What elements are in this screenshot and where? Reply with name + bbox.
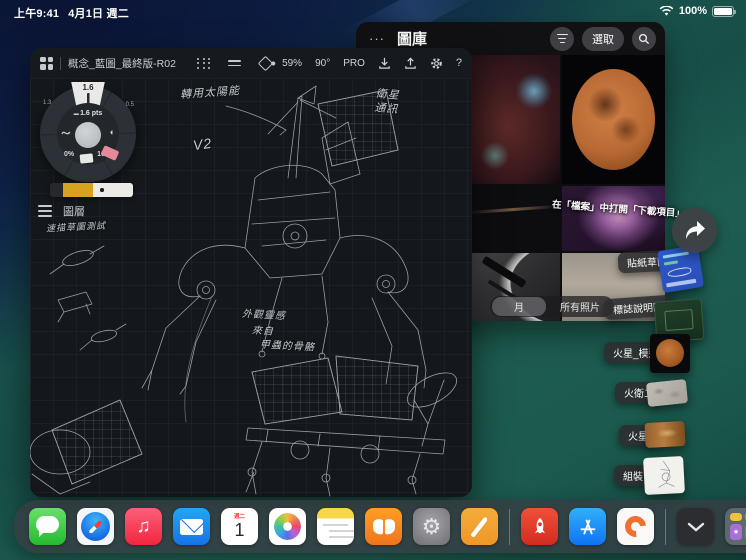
tool-wheel[interactable]: 1.6 1.3 0.5 6.5 1.6 pts ◐ 0% 100% <box>40 82 136 191</box>
tab-all-photos[interactable]: 所有照片 <box>548 297 612 316</box>
layers-label[interactable]: 圖層 <box>63 203 85 219</box>
zoom-level[interactable]: 59% <box>282 58 302 69</box>
search-button[interactable] <box>632 26 656 51</box>
pen-icon <box>470 516 488 538</box>
calendar-weekday: 週二 <box>233 514 245 520</box>
concepts-window: 概念_藍圖_最終版-R02 59% 90° PRO ? 轉用太陽能 衛星通訊 V… <box>30 48 472 497</box>
select-button[interactable]: 選取 <box>582 26 624 51</box>
swatch-dot <box>100 188 104 192</box>
mail-envelope-icon <box>180 518 203 535</box>
app-concepts[interactable] <box>617 508 654 545</box>
app-messages[interactable] <box>29 508 66 545</box>
rotation-value[interactable]: 90° <box>315 58 330 69</box>
wifi-icon <box>659 5 674 16</box>
drag-thumb-assembly[interactable] <box>643 455 685 496</box>
pro-badge[interactable]: PRO <box>343 58 365 69</box>
concepts-toolbar: 概念_藍圖_最終版-R02 59% 90° PRO ? <box>30 48 472 78</box>
swatch-gold[interactable] <box>63 183 93 197</box>
dock-divider-2 <box>665 508 666 545</box>
date: 4月1日 週二 <box>68 8 129 20</box>
photos-flower-icon <box>274 513 301 540</box>
status-bar: 上午9:41 4月1日 週二 100% <box>0 0 746 22</box>
app-app-store[interactable] <box>569 508 606 545</box>
annotation-satellite: 衛星通訊 <box>373 87 401 117</box>
app-library[interactable]: ★ <box>725 508 746 545</box>
help-button[interactable]: ? <box>456 57 462 69</box>
tool-size-left: 1.3 <box>43 100 52 106</box>
app-notes[interactable] <box>317 508 354 545</box>
layers-menu-icon[interactable] <box>38 205 52 217</box>
import-icon[interactable] <box>378 57 391 70</box>
drag-thumb-phobos[interactable] <box>645 378 689 408</box>
search-icon <box>638 33 650 44</box>
settings-gear-glyph: ⚙ <box>421 513 442 539</box>
photos-view-tabs: 月 所有照片 <box>490 296 614 317</box>
menu-lines-icon[interactable] <box>227 59 241 67</box>
app-calendar[interactable]: 週二 1 <box>221 508 258 545</box>
photo-orion-nebula[interactable] <box>562 186 665 251</box>
settings-gear-icon[interactable] <box>430 57 443 70</box>
dock-divider <box>509 508 510 545</box>
filter-button[interactable] <box>550 26 574 51</box>
app-sketch[interactable] <box>461 508 498 545</box>
clock: 上午9:41 <box>14 8 60 20</box>
photo-mars-globe[interactable] <box>562 55 665 184</box>
app-music[interactable]: ♫ <box>125 508 162 545</box>
size-readout: 1.6 pts <box>57 110 119 117</box>
more-icon[interactable]: ··· <box>365 31 389 46</box>
swatch-white[interactable] <box>93 183 133 197</box>
messages-bubble-icon <box>36 516 59 537</box>
annotation-inspiration-3: 甲蟲的骨骼 <box>259 339 316 354</box>
filter-icon <box>556 33 568 44</box>
music-note-icon: ♫ <box>136 515 151 537</box>
app-rocket[interactable] <box>521 508 558 545</box>
photo-horsehead-nebula[interactable] <box>467 55 560 184</box>
notes-lines-icon <box>323 524 354 535</box>
card-chip-icon[interactable] <box>79 153 94 164</box>
app-settings[interactable]: ⚙ <box>413 508 450 545</box>
app-books[interactable] <box>365 508 402 545</box>
share-forward-icon <box>685 220 705 239</box>
document-title[interactable]: 概念_藍圖_最終版-R02 <box>68 56 176 71</box>
dock: ♫ 週二 1 ⚙ ★ <box>14 500 746 553</box>
app-store-icon <box>580 519 595 534</box>
battery-percent: 100% <box>678 5 707 17</box>
books-open-icon <box>373 519 395 534</box>
gallery-icon[interactable] <box>40 56 53 70</box>
drag-thumb-mars[interactable] <box>644 420 686 449</box>
chevron-down-icon <box>687 522 704 532</box>
annotation-version: V2 <box>191 134 214 154</box>
app-photos[interactable] <box>269 508 306 545</box>
tool-size-right: 0.5 <box>125 102 134 108</box>
drag-thumb-mars-model[interactable] <box>650 334 690 373</box>
smoothing-icon[interactable] <box>61 128 71 140</box>
app-safari[interactable] <box>77 508 114 545</box>
selected-size: 1.6 <box>82 83 94 92</box>
color-puck[interactable] <box>75 122 101 148</box>
tab-months[interactable]: 月 <box>492 297 546 316</box>
color-swatch-bar[interactable] <box>50 183 133 197</box>
annotation-inspiration-1: 外觀靈感 <box>241 308 287 323</box>
rocket-icon <box>534 517 545 533</box>
swatch-dark[interactable] <box>50 183 63 197</box>
opacity-min: 0% <box>64 151 75 158</box>
share-button[interactable] <box>672 208 717 253</box>
battery-icon <box>712 5 736 17</box>
calendar-day: 1 <box>234 520 245 540</box>
contrast-icon[interactable]: ◐ <box>110 127 115 137</box>
concepts-c-icon <box>620 511 651 542</box>
precision-grid-icon[interactable] <box>197 56 211 70</box>
export-icon[interactable] <box>404 57 417 70</box>
photo-mars-terrain[interactable] <box>467 186 560 251</box>
app-mail[interactable] <box>173 508 210 545</box>
shape-guide-icon[interactable] <box>257 55 274 71</box>
photos-title: 圖庫 <box>397 31 428 48</box>
dock-collapse-button[interactable] <box>677 508 714 545</box>
